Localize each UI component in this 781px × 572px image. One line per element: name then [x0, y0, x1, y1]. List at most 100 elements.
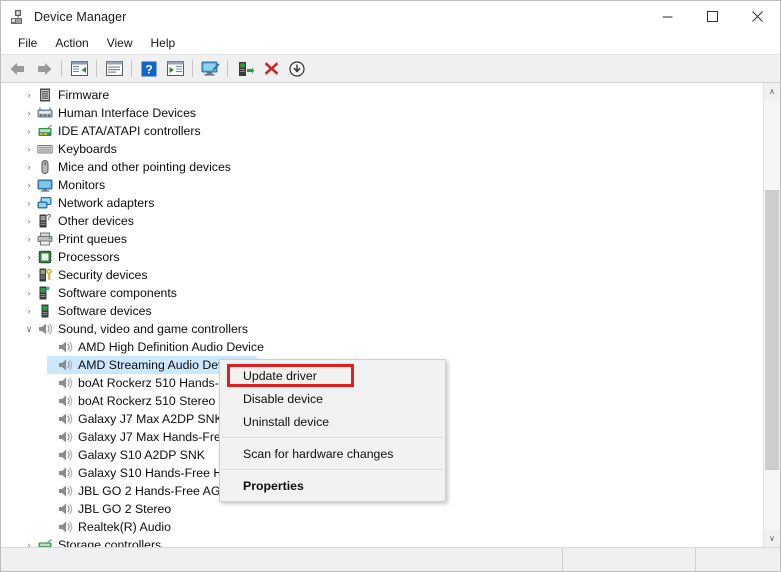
maximize-button[interactable] — [690, 1, 735, 32]
tree-row[interactable]: › Software components — [1, 284, 763, 302]
menu-action[interactable]: Action — [46, 34, 97, 52]
properties-icon[interactable] — [101, 57, 127, 81]
svg-text:?: ? — [145, 62, 152, 76]
other-device-icon: ? — [37, 213, 53, 229]
menu-help[interactable]: Help — [142, 34, 185, 52]
ctx-properties[interactable]: Properties — [220, 474, 445, 497]
scroll-down-arrow-icon[interactable]: ∨ — [764, 530, 780, 547]
vertical-scrollbar[interactable]: ∧ ∨ — [763, 83, 780, 547]
tree-row[interactable]: › Firmware — [1, 86, 763, 104]
help-question-icon[interactable]: ? — [136, 57, 162, 81]
toolbar-separator — [227, 60, 228, 77]
context-menu-separator — [222, 437, 443, 438]
menu-bar: File Action View Help — [1, 32, 780, 55]
speaker-icon — [57, 375, 73, 391]
chevron-right-icon[interactable]: › — [21, 126, 37, 136]
tree-row-label: Realtek(R) Audio — [78, 520, 171, 534]
storage-controller-icon — [37, 537, 53, 547]
scrollbar-track[interactable] — [764, 100, 780, 530]
tree-row[interactable]: › IDE ATA/ATAPI controllers — [1, 122, 763, 140]
chevron-right-icon[interactable]: › — [21, 144, 37, 154]
chevron-right-icon[interactable]: › — [21, 288, 37, 298]
speaker-icon — [37, 321, 53, 337]
scrollbar-thumb[interactable] — [765, 190, 779, 470]
status-pane-secondary — [563, 548, 696, 571]
tree-row-label: Software devices — [58, 304, 152, 318]
ctx-update-driver[interactable]: Update driver — [220, 364, 445, 387]
monitor-scan-icon[interactable] — [197, 57, 223, 81]
mouse-icon — [37, 159, 53, 175]
menu-file[interactable]: File — [9, 34, 46, 52]
ctx-disable-device[interactable]: Disable device — [220, 387, 445, 410]
network-adapter-icon — [37, 195, 53, 211]
tree-row[interactable]: › Human Interface Devices — [1, 104, 763, 122]
update-driver-icon[interactable] — [232, 57, 258, 81]
tree-row-label: Galaxy S10 A2DP SNK — [78, 448, 205, 462]
ctx-scan-for-hardware-changes[interactable]: Scan for hardware changes — [220, 442, 445, 465]
speaker-icon — [57, 429, 73, 445]
disable-arrow-icon[interactable] — [284, 57, 310, 81]
tree-row[interactable]: › Network adapters — [1, 194, 763, 212]
chevron-right-icon[interactable]: › — [21, 216, 37, 226]
tree-row-label: IDE ATA/ATAPI controllers — [58, 124, 201, 138]
tree-row[interactable]: AMD High Definition Audio Device — [1, 338, 763, 356]
tree-row[interactable]: › Processors — [1, 248, 763, 266]
minimize-button[interactable] — [645, 1, 690, 32]
chevron-right-icon[interactable]: › — [21, 198, 37, 208]
close-button[interactable] — [735, 1, 780, 32]
tree-row-label: Human Interface Devices — [58, 106, 197, 120]
chevron-right-icon[interactable]: › — [21, 180, 37, 190]
tree-row[interactable]: Realtek(R) Audio — [1, 518, 763, 536]
chevron-right-icon[interactable]: › — [21, 270, 37, 280]
tree-row[interactable]: › Software devices — [1, 302, 763, 320]
chevron-right-icon[interactable]: › — [21, 90, 37, 100]
chevron-right-icon[interactable]: › — [21, 306, 37, 316]
toolbar-separator — [131, 60, 132, 77]
speaker-icon — [57, 447, 73, 463]
processor-icon — [37, 249, 53, 265]
chevron-right-icon[interactable]: › — [21, 540, 37, 547]
tree-row-label: JBL GO 2 Stereo — [78, 502, 172, 516]
tree-row-label: AMD High Definition Audio Device — [78, 340, 264, 354]
tree-row-label: Monitors — [58, 178, 106, 192]
scroll-up-arrow-icon[interactable]: ∧ — [764, 83, 780, 100]
chevron-right-icon[interactable]: › — [21, 252, 37, 262]
action-pane-icon[interactable] — [162, 57, 188, 81]
menu-view[interactable]: View — [98, 34, 142, 52]
tree-row-label: Keyboards — [58, 142, 117, 156]
tree-row[interactable]: ›? Other devices — [1, 212, 763, 230]
chevron-right-icon[interactable]: › — [21, 108, 37, 118]
software-device-icon — [37, 303, 53, 319]
tree-row[interactable]: › Storage controllers — [1, 536, 763, 547]
tree-row[interactable]: ∨ Sound, video and game controllers — [1, 320, 763, 338]
tree-row-label: Software components — [58, 286, 177, 300]
tree-row[interactable]: › Keyboards — [1, 140, 763, 158]
context-menu[interactable]: Update driver Disable device Uninstall dev… — [219, 359, 446, 502]
monitor-icon — [37, 177, 53, 193]
speaker-icon — [57, 483, 73, 499]
chevron-right-icon[interactable]: › — [21, 162, 37, 172]
ctx-uninstall-device[interactable]: Uninstall device — [220, 410, 445, 433]
red-x-icon[interactable] — [258, 57, 284, 81]
status-bar — [1, 547, 780, 571]
chevron-down-icon[interactable]: ∨ — [21, 324, 37, 335]
back-button[interactable] — [5, 57, 31, 81]
software-component-icon — [37, 285, 53, 301]
tree-row-label: Processors — [58, 250, 120, 264]
tree-row[interactable]: › Security devices — [1, 266, 763, 284]
console-tree-icon[interactable] — [66, 57, 92, 81]
device-manager-icon — [10, 9, 26, 25]
chevron-right-icon[interactable]: › — [21, 234, 37, 244]
tree-row-label: AMD Streaming Audio Device — [78, 358, 240, 372]
tree-row-label: Other devices — [58, 214, 134, 228]
ide-controller-icon — [37, 123, 53, 139]
tree-row-label: Network adapters — [58, 196, 155, 210]
tree-row-label: Security devices — [58, 268, 148, 282]
tree-row[interactable]: › Mice and other pointing devices — [1, 158, 763, 176]
window-title: Device Manager — [34, 9, 127, 24]
tree-row[interactable]: › Monitors — [1, 176, 763, 194]
tree-row[interactable]: JBL GO 2 Stereo — [1, 500, 763, 518]
tree-row-label: Print queues — [58, 232, 128, 246]
tree-row[interactable]: › Print queues — [1, 230, 763, 248]
forward-button[interactable] — [31, 57, 57, 81]
